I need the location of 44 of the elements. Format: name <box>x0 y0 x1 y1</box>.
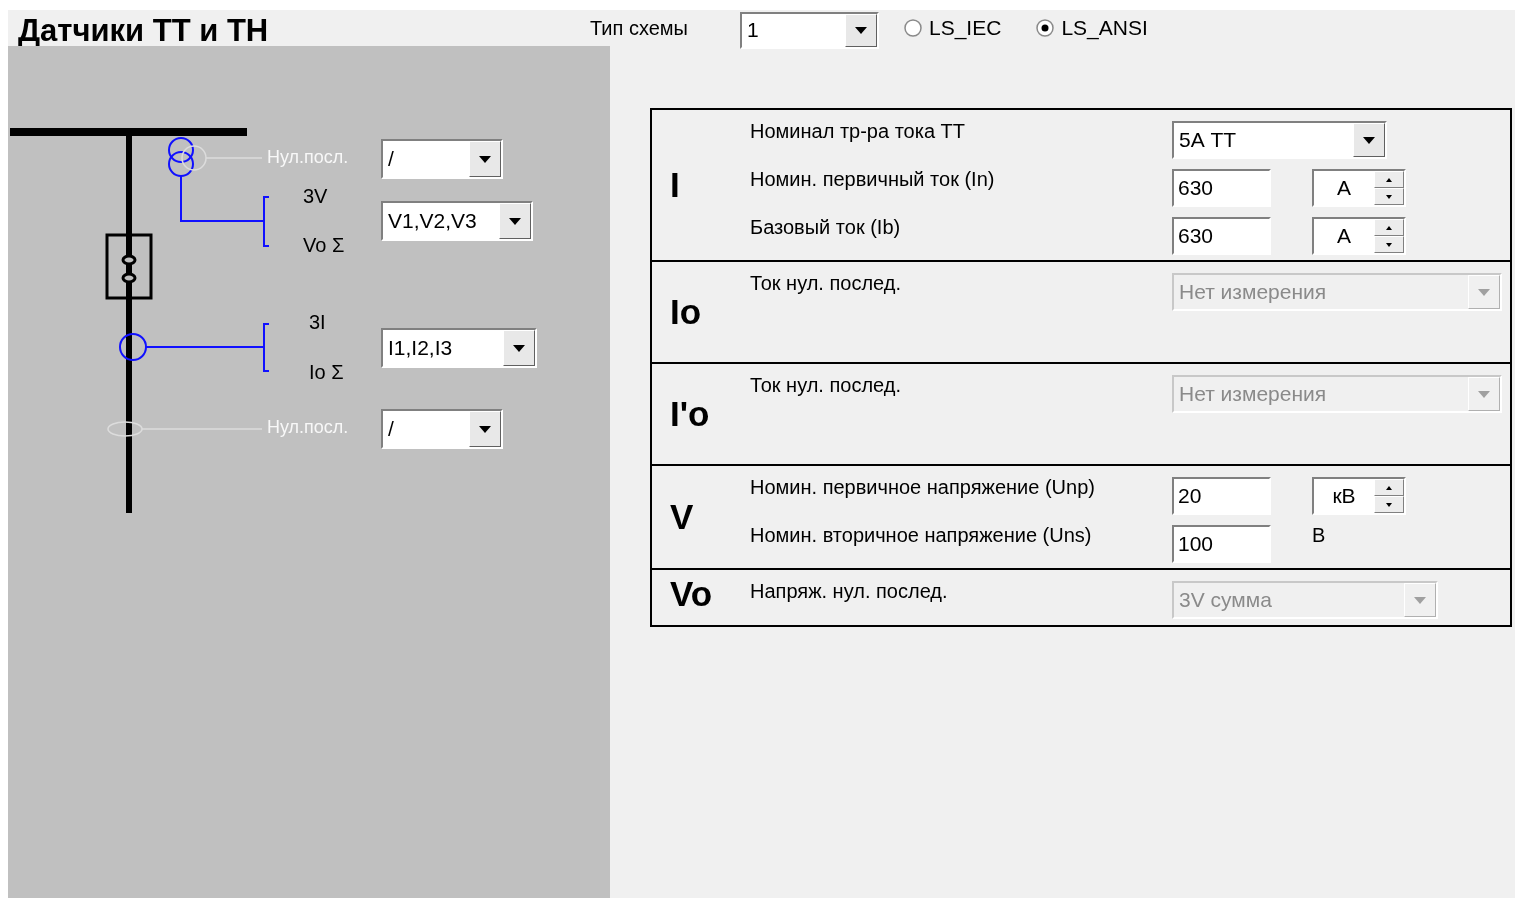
setting-label: Номин. вторичное напряжение (Uns) <box>750 524 1093 547</box>
setting-label: Номин. первичное напряжение (Unp) <box>750 476 1096 499</box>
null-sequence-label: Нул.посл. <box>267 417 349 438</box>
section-symbol: I <box>669 165 681 205</box>
spin-up-icon[interactable] <box>1374 219 1404 236</box>
scheme-type-label: Тип схемы <box>590 16 689 40</box>
number-field[interactable]: 20 <box>1172 477 1271 515</box>
unit-spinner[interactable]: А <box>1312 217 1406 255</box>
section-symbol: I'o <box>669 394 711 434</box>
section-symbol: Vo <box>669 574 714 614</box>
scheme-type-select[interactable]: 1 <box>740 11 879 49</box>
radio-icon[interactable] <box>903 18 923 38</box>
unit-spinner[interactable]: А <box>1312 169 1406 207</box>
section-symbol: V <box>669 497 695 537</box>
vt-label: 3V <box>303 185 328 208</box>
number-field[interactable]: 630 <box>1172 217 1271 255</box>
null-sequence-label: Нул.посл. <box>267 147 349 168</box>
number-field[interactable]: 630 <box>1172 169 1271 207</box>
spin-down-icon[interactable] <box>1374 188 1404 205</box>
dropdown-select[interactable]: I1,I2,I3 <box>381 328 537 368</box>
setting-label: Номин. первичный ток (In) <box>750 168 996 191</box>
spin-up-icon[interactable] <box>1374 479 1404 496</box>
dropdown-select[interactable]: 5А ТТ <box>1172 121 1387 159</box>
section-symbol: Io <box>669 292 703 332</box>
spin-up-icon[interactable] <box>1374 171 1404 188</box>
ct-label: Io Σ <box>309 361 344 384</box>
spin-down-icon[interactable] <box>1374 236 1404 253</box>
radio-option[interactable]: LS_ANSI <box>1035 16 1148 40</box>
page-title: Датчики ТТ и ТН <box>18 13 270 49</box>
unit-label: В <box>1312 524 1326 547</box>
breaker-drawing <box>105 233 153 300</box>
dropdown-select[interactable]: V1,V2,V3 <box>381 201 533 241</box>
setting-label: Номинал тр-ра тока ТТ <box>750 120 966 143</box>
setting-label: Ток нул. послед. <box>750 374 902 397</box>
setting-label: Базовый ток (Ib) <box>750 216 902 239</box>
radio-option[interactable]: LS_IEC <box>903 16 1002 40</box>
setting-label: Ток нул. послед. <box>750 272 902 295</box>
unit-spinner[interactable]: кВ <box>1312 477 1406 515</box>
spin-down-icon[interactable] <box>1374 496 1404 513</box>
number-field[interactable]: 100 <box>1172 525 1271 563</box>
vt-label: Vo Σ <box>303 234 345 257</box>
ct-label: 3I <box>309 311 326 334</box>
setting-label: Напряж. нул. послед. <box>750 580 949 603</box>
radio-icon[interactable] <box>1035 18 1056 38</box>
